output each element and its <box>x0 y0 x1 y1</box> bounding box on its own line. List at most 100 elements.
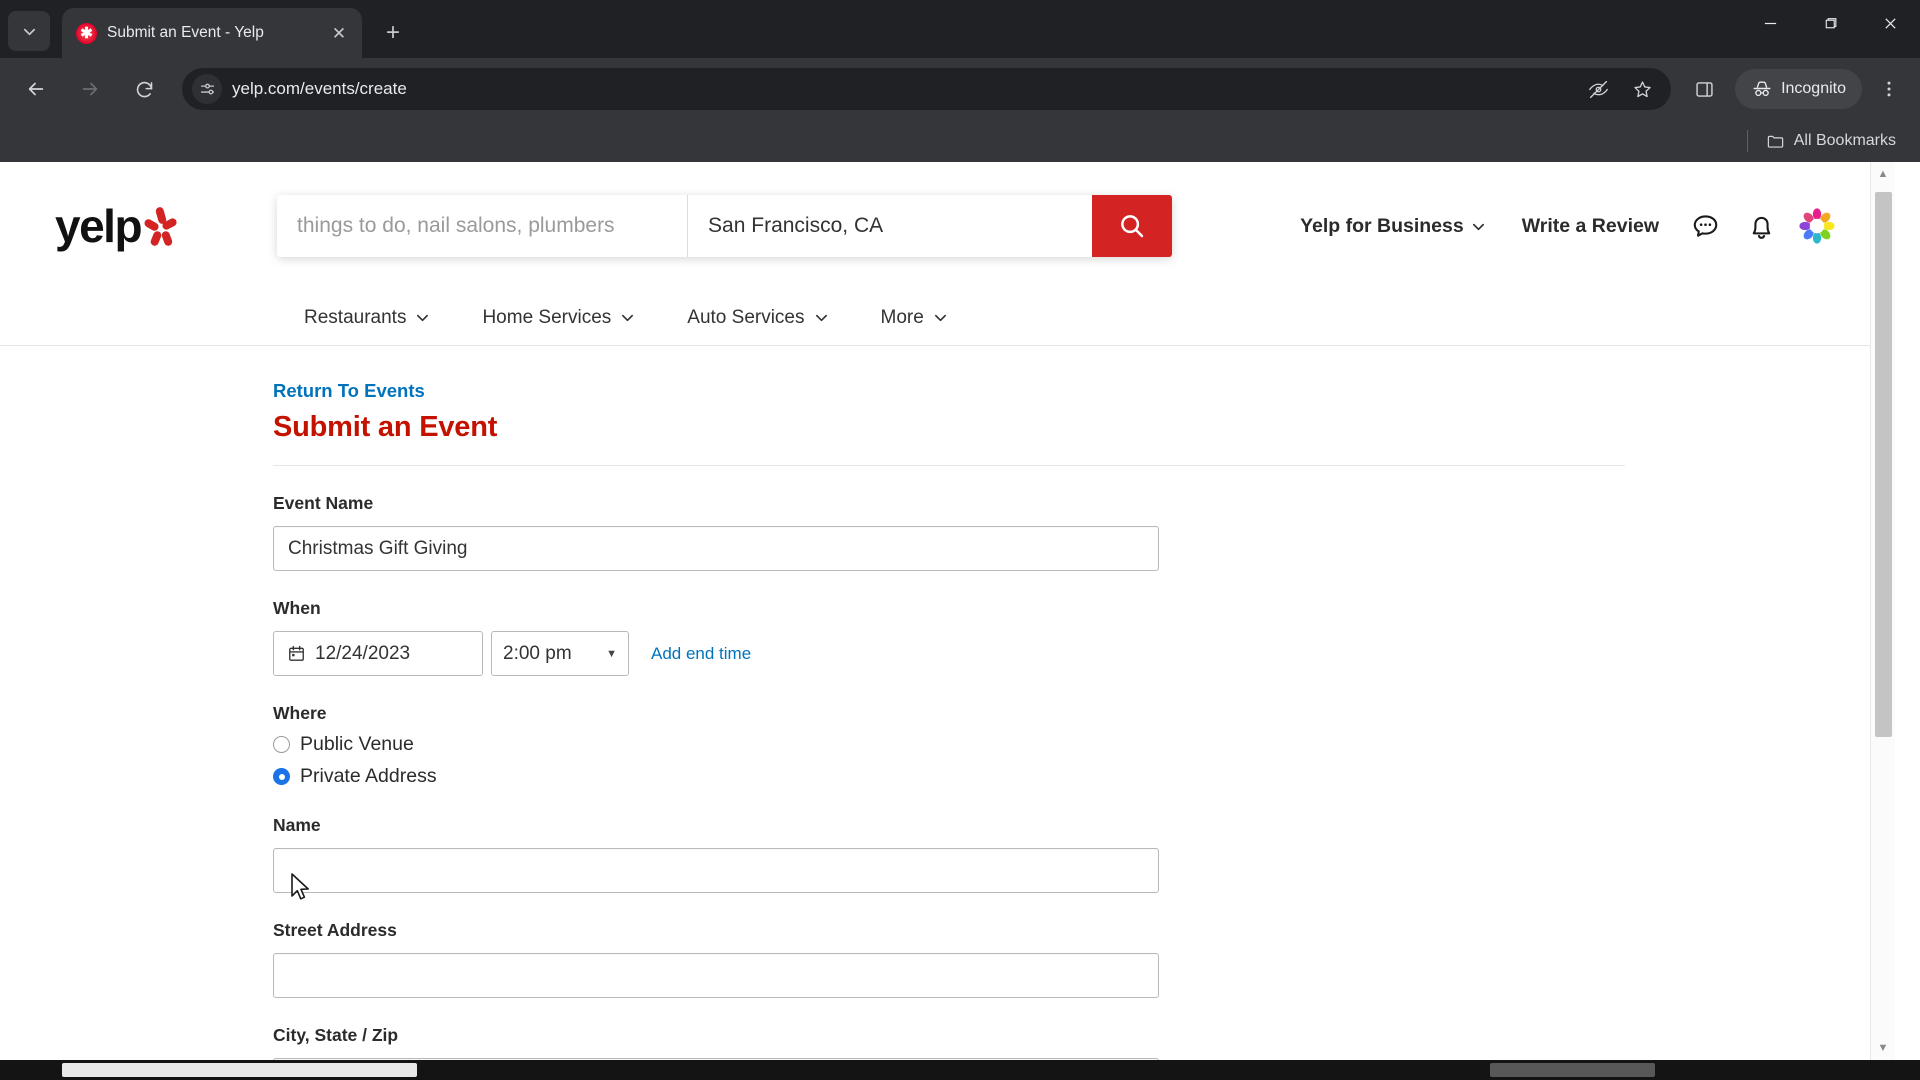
scroll-down-arrow[interactable]: ▼ <box>1871 1036 1895 1060</box>
chevron-down-icon <box>622 314 634 322</box>
header-right-nav: Yelp for Business Write a Review <box>1282 207 1895 245</box>
radio-option-public-venue[interactable]: Public Venue <box>273 733 1895 756</box>
incognito-indicator[interactable]: Incognito <box>1735 69 1862 109</box>
vertical-scroll-track[interactable] <box>1871 186 1895 1036</box>
browser-window: ✱ Submit an Event - Yelp ✕ + yelp.com/ev… <box>0 0 1920 1080</box>
search-location-input[interactable]: San Francisco, CA <box>687 195 1092 257</box>
yelp-burst-icon <box>143 206 179 249</box>
address-bar[interactable]: yelp.com/events/create <box>182 68 1672 110</box>
tab-search-button[interactable] <box>8 11 50 51</box>
yelp-search-bar: things to do, nail salons, plumbers San … <box>277 195 1173 257</box>
when-row: 12/24/2023 2:00 pm ▼ Add end time <box>273 631 1895 676</box>
window-maximize-button[interactable] <box>1800 0 1860 46</box>
yelp-logo-text: yelp <box>55 200 143 252</box>
event-name-label: Event Name <box>273 493 374 513</box>
chevron-down-icon <box>934 314 946 322</box>
back-button[interactable] <box>15 68 57 110</box>
all-bookmarks-button[interactable]: All Bookmarks <box>1758 128 1904 155</box>
yelp-logo[interactable]: yelp <box>55 200 179 252</box>
tab-title: Submit an Event - Yelp <box>107 24 264 41</box>
eye-slash-icon[interactable] <box>1581 72 1615 106</box>
calendar-icon <box>289 645 304 661</box>
search-icon <box>1121 215 1144 238</box>
return-to-events-link[interactable]: Return To Events <box>273 380 1895 402</box>
event-name-input[interactable]: Christmas Gift Giving <box>273 526 1159 571</box>
user-avatar[interactable] <box>1789 207 1845 245</box>
horizontal-scroll-thumb[interactable] <box>62 1063 417 1077</box>
page-vertical-scrollbar[interactable]: ▲ ▼ <box>1870 162 1895 1060</box>
page-viewport: yelp things to do, nail salons, plumbers… <box>0 162 1920 1080</box>
event-date-input[interactable]: 12/24/2023 <box>273 631 483 676</box>
where-label: Where <box>273 703 327 723</box>
incognito-hat-icon <box>1753 81 1771 97</box>
page-horizontal-scrollbar[interactable] <box>0 1060 1920 1080</box>
notifications-bell-icon[interactable] <box>1733 211 1789 242</box>
subnav-label: Home Services <box>482 306 612 328</box>
dropdown-caret-icon: ▼ <box>606 647 617 660</box>
subnav-label: More <box>880 306 924 328</box>
browser-tab[interactable]: ✱ Submit an Event - Yelp ✕ <box>62 8 362 58</box>
page-settings-icon[interactable] <box>192 74 222 104</box>
url-text: yelp.com/events/create <box>232 79 407 98</box>
when-label: When <box>273 598 321 618</box>
forward-button[interactable] <box>69 68 111 110</box>
bookmarks-divider <box>1746 130 1748 152</box>
browser-toolbar: yelp.com/events/create Incognito <box>0 58 1920 120</box>
side-panel-icon[interactable] <box>1683 68 1725 110</box>
radio-private-address[interactable] <box>273 768 290 785</box>
folder-icon <box>1767 135 1783 148</box>
bookmarks-bar: All Bookmarks <box>0 120 1920 162</box>
incognito-label: Incognito <box>1781 80 1846 97</box>
window-minimize-button[interactable] <box>1740 0 1800 46</box>
subnav-label: Restaurants <box>304 306 407 328</box>
chevron-down-icon <box>23 28 35 35</box>
bookmark-star-icon[interactable] <box>1625 72 1659 106</box>
subnav-label: Auto Services <box>687 306 805 328</box>
subnav-item-more[interactable]: More <box>855 307 974 329</box>
write-a-review-link[interactable]: Write a Review <box>1504 215 1677 238</box>
subnav-item-home-services[interactable]: Home Services <box>456 307 661 329</box>
page-title: Submit an Event <box>273 411 498 443</box>
event-date-value: 12/24/2023 <box>315 642 411 664</box>
messages-icon[interactable] <box>1677 211 1733 242</box>
chevron-down-icon <box>417 314 429 322</box>
yelp-for-business-link[interactable]: Yelp for Business <box>1282 215 1504 238</box>
event-time-value: 2:00 pm <box>503 642 572 664</box>
yelp-for-business-label: Yelp for Business <box>1300 214 1464 237</box>
street-address-input[interactable] <box>273 953 1159 998</box>
all-bookmarks-label: All Bookmarks <box>1793 132 1896 149</box>
title-divider <box>273 465 1625 466</box>
subnav-item-restaurants[interactable]: Restaurants <box>278 307 456 329</box>
radio-public-venue-label: Public Venue <box>300 733 414 755</box>
window-close-button[interactable] <box>1860 0 1920 46</box>
horizontal-scroll-thumb-secondary[interactable] <box>1490 1063 1655 1077</box>
yelp-header: yelp things to do, nail salons, plumbers… <box>0 162 1895 290</box>
radio-private-address-label: Private Address <box>300 765 437 787</box>
tab-strip: ✱ Submit an Event - Yelp ✕ + <box>0 0 1920 58</box>
subnav-item-auto-services[interactable]: Auto Services <box>661 307 854 329</box>
name-input[interactable] <box>273 848 1159 893</box>
window-controls <box>1740 0 1920 58</box>
add-end-time-link[interactable]: Add end time <box>651 644 751 664</box>
reload-button[interactable] <box>123 68 165 110</box>
street-address-label: Street Address <box>273 920 397 940</box>
yelp-page: yelp things to do, nail salons, plumbers… <box>0 162 1895 1060</box>
name-label: Name <box>273 815 321 835</box>
chevron-down-icon <box>1472 223 1484 230</box>
event-time-select[interactable]: 2:00 pm ▼ <box>491 631 629 676</box>
city-state-zip-label: City, State / Zip <box>273 1025 399 1045</box>
radio-option-private-address[interactable]: Private Address <box>273 765 1895 788</box>
vertical-scroll-thumb[interactable] <box>1875 192 1892 737</box>
search-button[interactable] <box>1092 195 1173 257</box>
kebab-menu-icon[interactable] <box>1868 68 1910 110</box>
tab-close-button[interactable]: ✕ <box>326 20 352 46</box>
chevron-down-icon <box>815 314 827 322</box>
search-find-input[interactable]: things to do, nail salons, plumbers <box>277 195 687 257</box>
write-a-review-label: Write a Review <box>1521 214 1659 237</box>
category-subnav: Restaurants Home Services Auto Services … <box>0 290 1895 346</box>
yelp-burst-icon: ✱ <box>76 22 97 44</box>
radio-public-venue[interactable] <box>273 736 290 753</box>
scroll-up-arrow[interactable]: ▲ <box>1871 162 1895 186</box>
submit-event-form: Return To Events Submit an Event Event N… <box>0 346 1895 1060</box>
new-tab-button[interactable]: + <box>376 16 410 50</box>
